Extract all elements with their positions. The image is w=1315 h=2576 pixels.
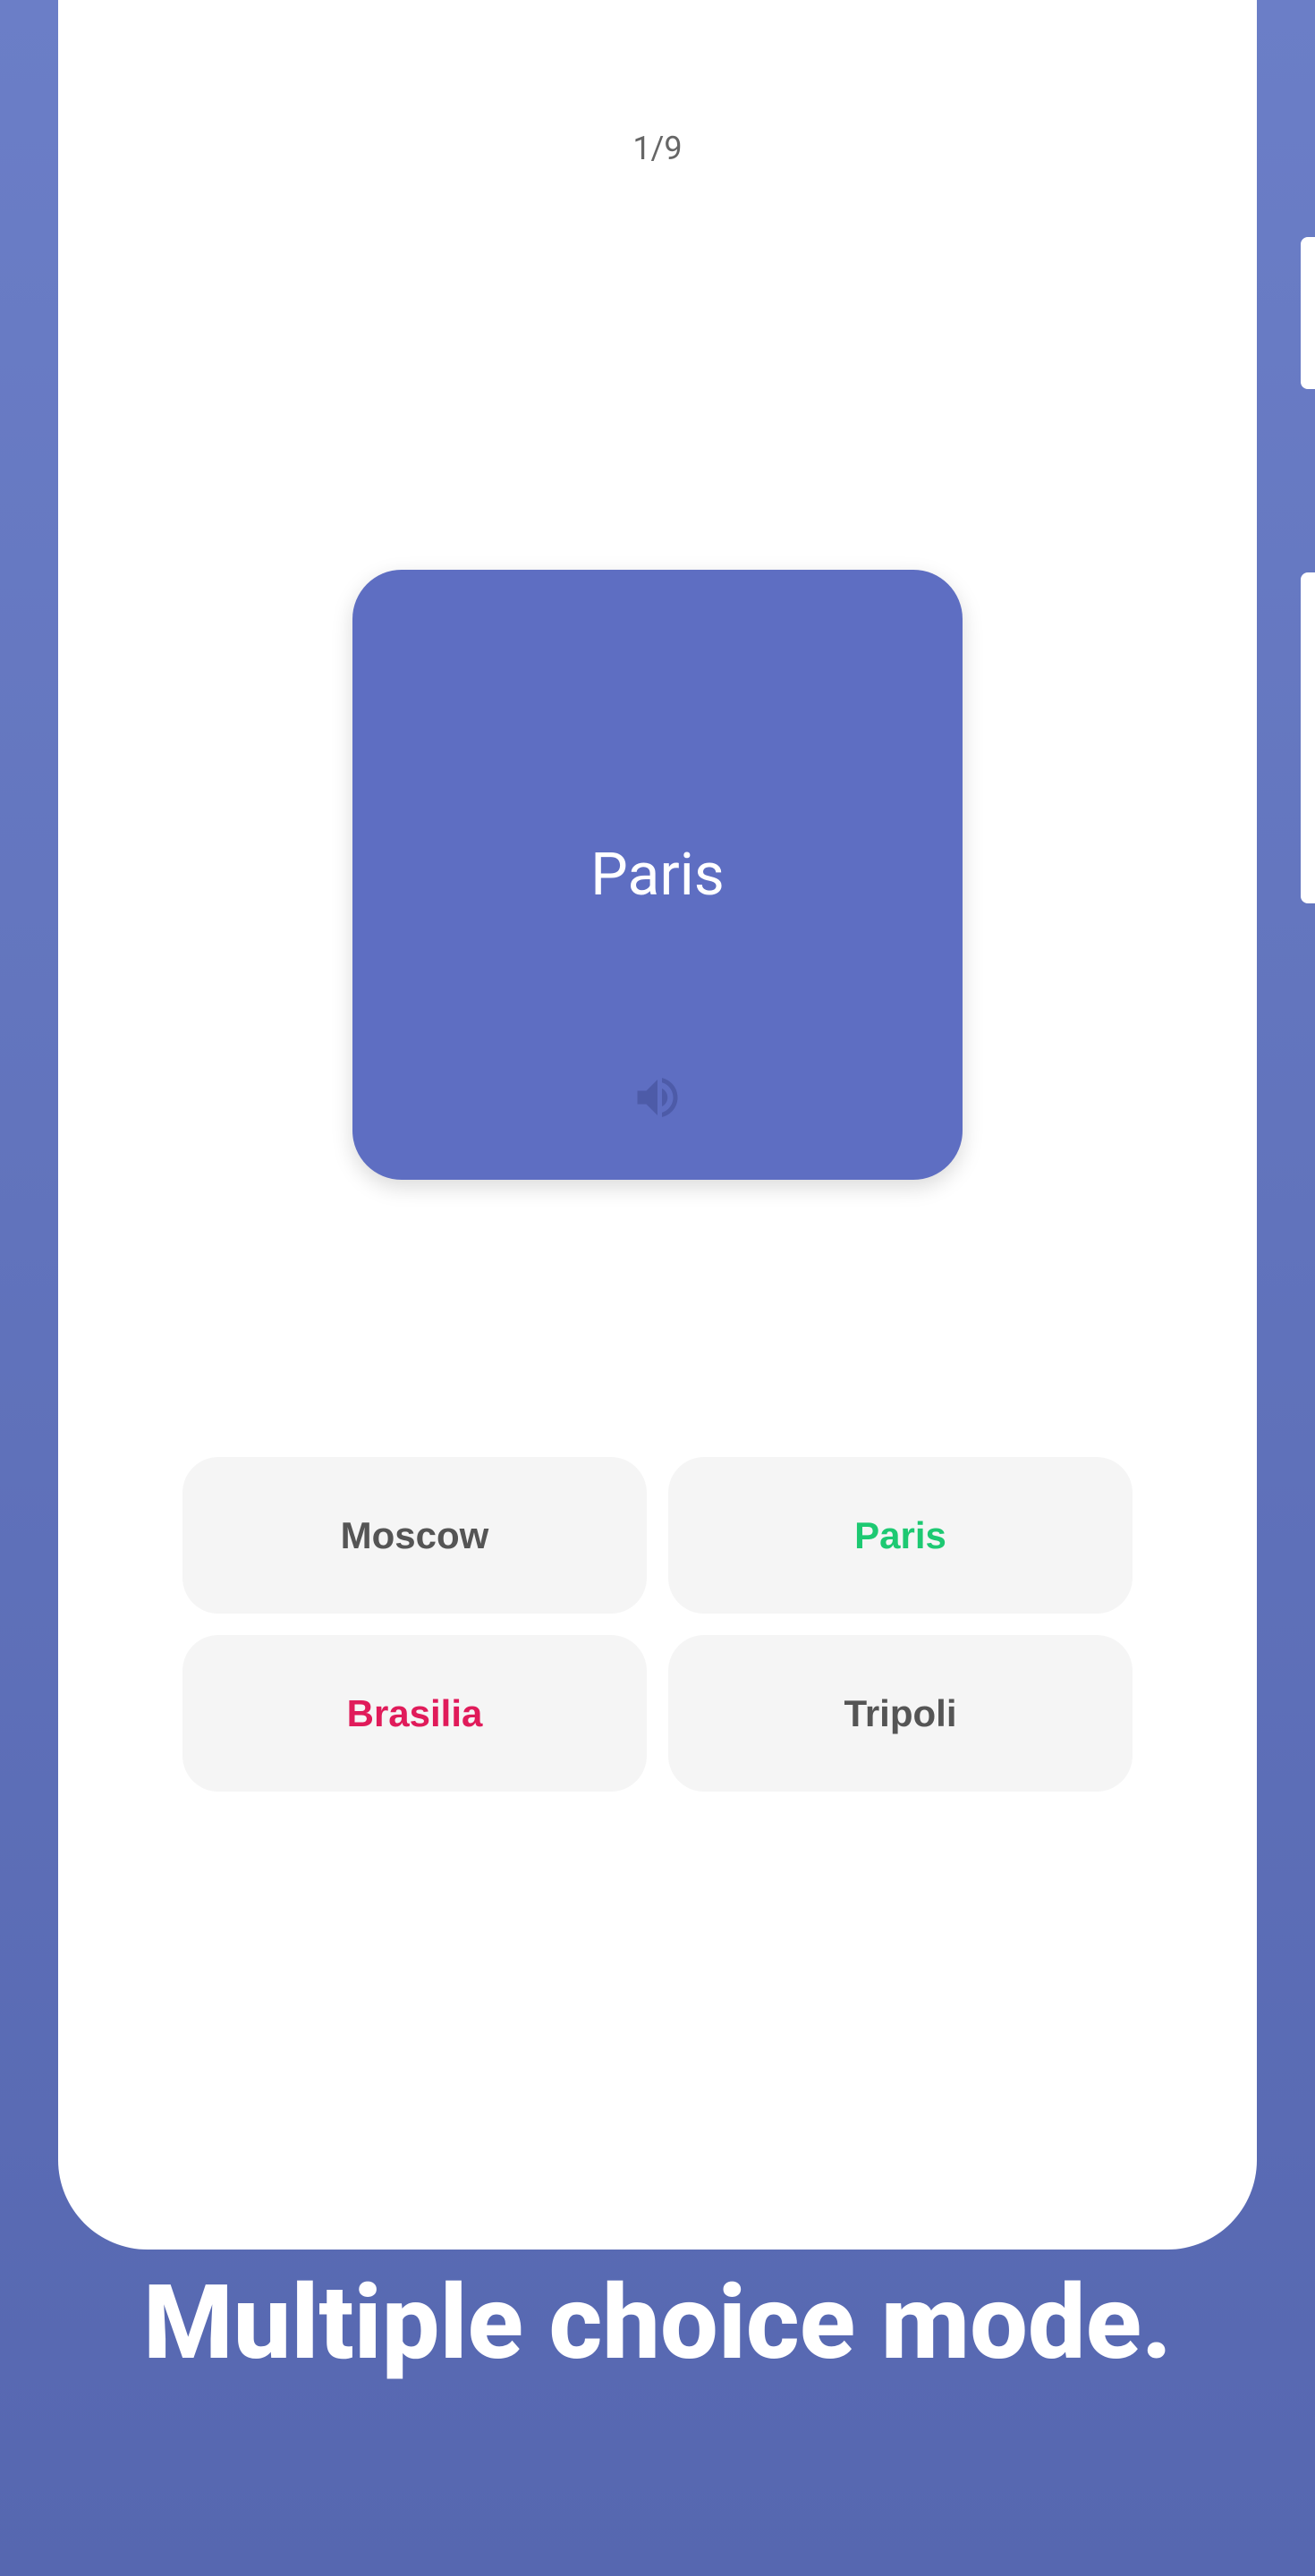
answer-option-2[interactable]: Brasilia (182, 1635, 647, 1792)
answers-grid: Moscow Paris Brasilia Tripoli (182, 1457, 1133, 1792)
speaker-icon[interactable] (631, 1071, 684, 1124)
answer-option-0[interactable]: Moscow (182, 1457, 647, 1614)
question-card[interactable]: Paris (352, 570, 963, 1180)
phone-side-button-bottom (1301, 572, 1315, 903)
caption-text: Multiple choice mode. (0, 2250, 1315, 2576)
answer-option-3[interactable]: Tripoli (668, 1635, 1133, 1792)
progress-counter: 1/9 (632, 130, 682, 167)
phone-side-button-top (1301, 237, 1315, 389)
question-text: Paris (590, 841, 725, 910)
answer-option-1[interactable]: Paris (668, 1457, 1133, 1614)
phone-frame: 1/9 Paris Moscow Paris Brasilia Tripoli (58, 0, 1257, 2250)
